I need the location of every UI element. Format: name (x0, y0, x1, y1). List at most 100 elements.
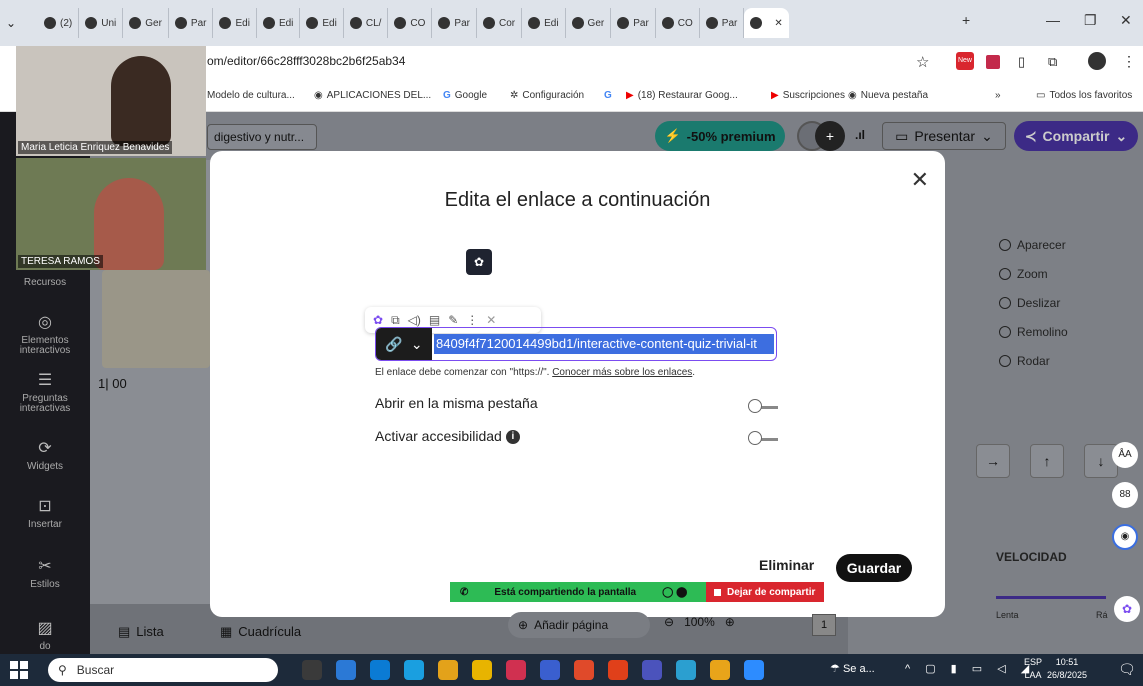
active-browser-tab[interactable]: ✕ (744, 8, 789, 38)
speed-slider[interactable] (996, 596, 1106, 599)
bookmark-item[interactable]: ▶ Suscripciones (771, 90, 845, 101)
bookmark-star-icon[interactable]: ☆ (916, 53, 929, 71)
browser-tab[interactable]: Edi (300, 8, 344, 38)
taskbar-search[interactable]: ⚲ Buscar (48, 658, 278, 682)
minimize-button[interactable]: — (1046, 12, 1060, 28)
info-icon[interactable]: i (505, 430, 520, 445)
weather-widget[interactable]: ☂ Se a... (830, 662, 875, 675)
list-view-button[interactable]: ▤ Lista (118, 624, 164, 640)
bookmark-item[interactable]: Modelo de cultura... (207, 90, 295, 101)
tab-close-icon[interactable]: ✕ (774, 18, 782, 29)
sidebar-item-insertar[interactable]: ⊡ Insertar (0, 498, 90, 530)
taskbar-app-icon[interactable] (472, 660, 492, 680)
browser-tab[interactable]: Ger (566, 8, 612, 38)
input-language[interactable]: ESP LAA (1024, 656, 1042, 682)
browser-tab[interactable]: CO (388, 8, 433, 38)
taskbar-clock[interactable]: 10:51 26/8/2025 (1047, 656, 1087, 682)
duplicate-icon[interactable]: ⧉ (391, 313, 400, 328)
url-field[interactable]: om/editor/66c28fff3028bc2b6f25ab34 (207, 54, 405, 68)
animation-option[interactable]: Deslizar (999, 296, 1060, 310)
zoom-in-icon[interactable]: ⊕ (725, 615, 735, 629)
sidebar-item-fondo[interactable]: ▨ do (0, 620, 90, 652)
new-tab-button[interactable]: + (962, 12, 970, 28)
taskbar-app-icon[interactable] (744, 660, 764, 680)
windows-start-icon[interactable] (10, 661, 28, 679)
delete-button[interactable]: Eliminar (759, 557, 814, 573)
direction-right-button[interactable]: → (976, 444, 1010, 478)
animation-option[interactable]: Zoom (999, 267, 1048, 281)
bookmark-item[interactable]: ◉ Nueva pestaña (848, 90, 928, 101)
stats-icon[interactable]: .ıl (855, 128, 865, 142)
browser-tab[interactable]: Edi (213, 8, 257, 38)
assistant-icon[interactable]: ◉ (1112, 524, 1138, 550)
close-icon[interactable]: ✕ (911, 167, 929, 193)
taskbar-app-icon[interactable] (438, 660, 458, 680)
extension-icon[interactable] (986, 55, 1000, 69)
share-button[interactable]: ≺ Compartir ⌄ (1014, 121, 1138, 151)
taskbar-app-icon[interactable] (642, 660, 662, 680)
present-button[interactable]: ▭ Presentar ⌄ (882, 122, 1006, 150)
sidebar-item-preguntas[interactable]: ☰ Preguntas interactivas (0, 372, 90, 414)
reading-list-icon[interactable]: ▯ (1018, 54, 1025, 70)
bookmark-item[interactable]: G (604, 90, 612, 101)
apps-icon[interactable]: 88 (1112, 482, 1138, 508)
brain-icon[interactable]: ✿ (1114, 596, 1140, 622)
extension-new-icon[interactable]: New (956, 52, 974, 70)
sidebar-item-estilos[interactable]: ✂ Estilos (0, 558, 90, 590)
browser-tab[interactable]: Ger (123, 8, 169, 38)
add-collaborator-icon[interactable]: + (815, 121, 845, 151)
document-title[interactable]: digestivo y nutr... (207, 124, 317, 150)
browser-tab[interactable]: (2) (38, 8, 80, 38)
more-icon[interactable]: ⋮ (466, 313, 478, 327)
audio-icon[interactable]: ◁) (408, 313, 421, 327)
add-page-button[interactable]: ⊕ Añadir página (508, 612, 650, 638)
extensions-puzzle-icon[interactable]: ⧉ (1048, 54, 1057, 70)
animation-option[interactable]: Rodar (999, 354, 1050, 368)
edit-icon[interactable]: ✎ (448, 313, 458, 327)
system-tray[interactable]: ^ ▢ ▮ ▭ ◁ ◢ (905, 662, 1035, 675)
bookmarks-overflow-button[interactable]: » (995, 90, 1001, 101)
browser-menu-icon[interactable]: ⋮ (1122, 53, 1136, 70)
animation-option[interactable]: Remolino (999, 325, 1068, 339)
grid-view-button[interactable]: ▦ Cuadrícula (220, 624, 301, 640)
browser-tab[interactable]: Par (169, 8, 214, 38)
browser-tab[interactable]: Par (700, 8, 745, 38)
taskbar-app-icon[interactable] (676, 660, 696, 680)
taskbar-app-icon[interactable] (574, 660, 594, 680)
save-button[interactable]: Guardar (836, 554, 912, 582)
taskbar-app-icon[interactable] (336, 660, 356, 680)
slide-thumbnail[interactable] (102, 270, 210, 368)
link-type-dropdown[interactable]: 🔗 ⌄ (376, 328, 432, 360)
window-close-button[interactable]: ✕ (1120, 12, 1132, 29)
zoom-out-icon[interactable]: ⊖ (664, 615, 674, 629)
notifications-icon[interactable]: 🗨 (1118, 661, 1136, 678)
sidebar-item-elementos[interactable]: ◎ Elementos interactivos (0, 314, 90, 356)
browser-tab[interactable]: Par (611, 8, 656, 38)
accessibility-toggle[interactable] (748, 431, 778, 445)
taskbar-app-icon[interactable] (370, 660, 390, 680)
bookmark-item[interactable]: ✲ Configuración (510, 90, 584, 101)
browser-tab[interactable]: Edi (257, 8, 301, 38)
link-field[interactable]: 🔗 ⌄ 8409f4f7120014499bd1/interactive-cont… (375, 327, 777, 361)
all-bookmarks-button[interactable]: ▭ Todos los favoritos (1036, 90, 1132, 101)
taskbar-app-icon[interactable] (710, 660, 730, 680)
same-tab-toggle[interactable] (748, 399, 778, 413)
browser-tab[interactable]: Par (432, 8, 477, 38)
bookmark-item[interactable]: ▶ (18) Restaurar Goog... (626, 90, 738, 101)
browser-tab[interactable]: CL/ (344, 8, 389, 38)
close-icon[interactable]: ✕ (486, 313, 496, 327)
browser-tab[interactable]: CO (656, 8, 700, 38)
page-number[interactable]: 1 (812, 614, 836, 636)
browser-tab[interactable]: Uni (79, 8, 124, 38)
browser-tab[interactable]: Edi (522, 8, 566, 38)
browser-tab[interactable]: Cor (477, 8, 523, 38)
taskbar-app-icon[interactable] (506, 660, 526, 680)
link-input[interactable]: 8409f4f7120014499bd1/interactive-content… (434, 334, 774, 354)
animation-option[interactable]: Aparecer (999, 238, 1066, 252)
direction-up-button[interactable]: ↑ (1030, 444, 1064, 478)
sidebar-item-widgets[interactable]: ⟳ Widgets (0, 440, 90, 472)
learn-more-link[interactable]: Conocer más sobre los enlaces (552, 367, 692, 378)
taskbar-app-icon[interactable] (404, 660, 424, 680)
comment-icon[interactable]: ▤ (429, 313, 440, 327)
taskbar-app-icon[interactable] (608, 660, 628, 680)
